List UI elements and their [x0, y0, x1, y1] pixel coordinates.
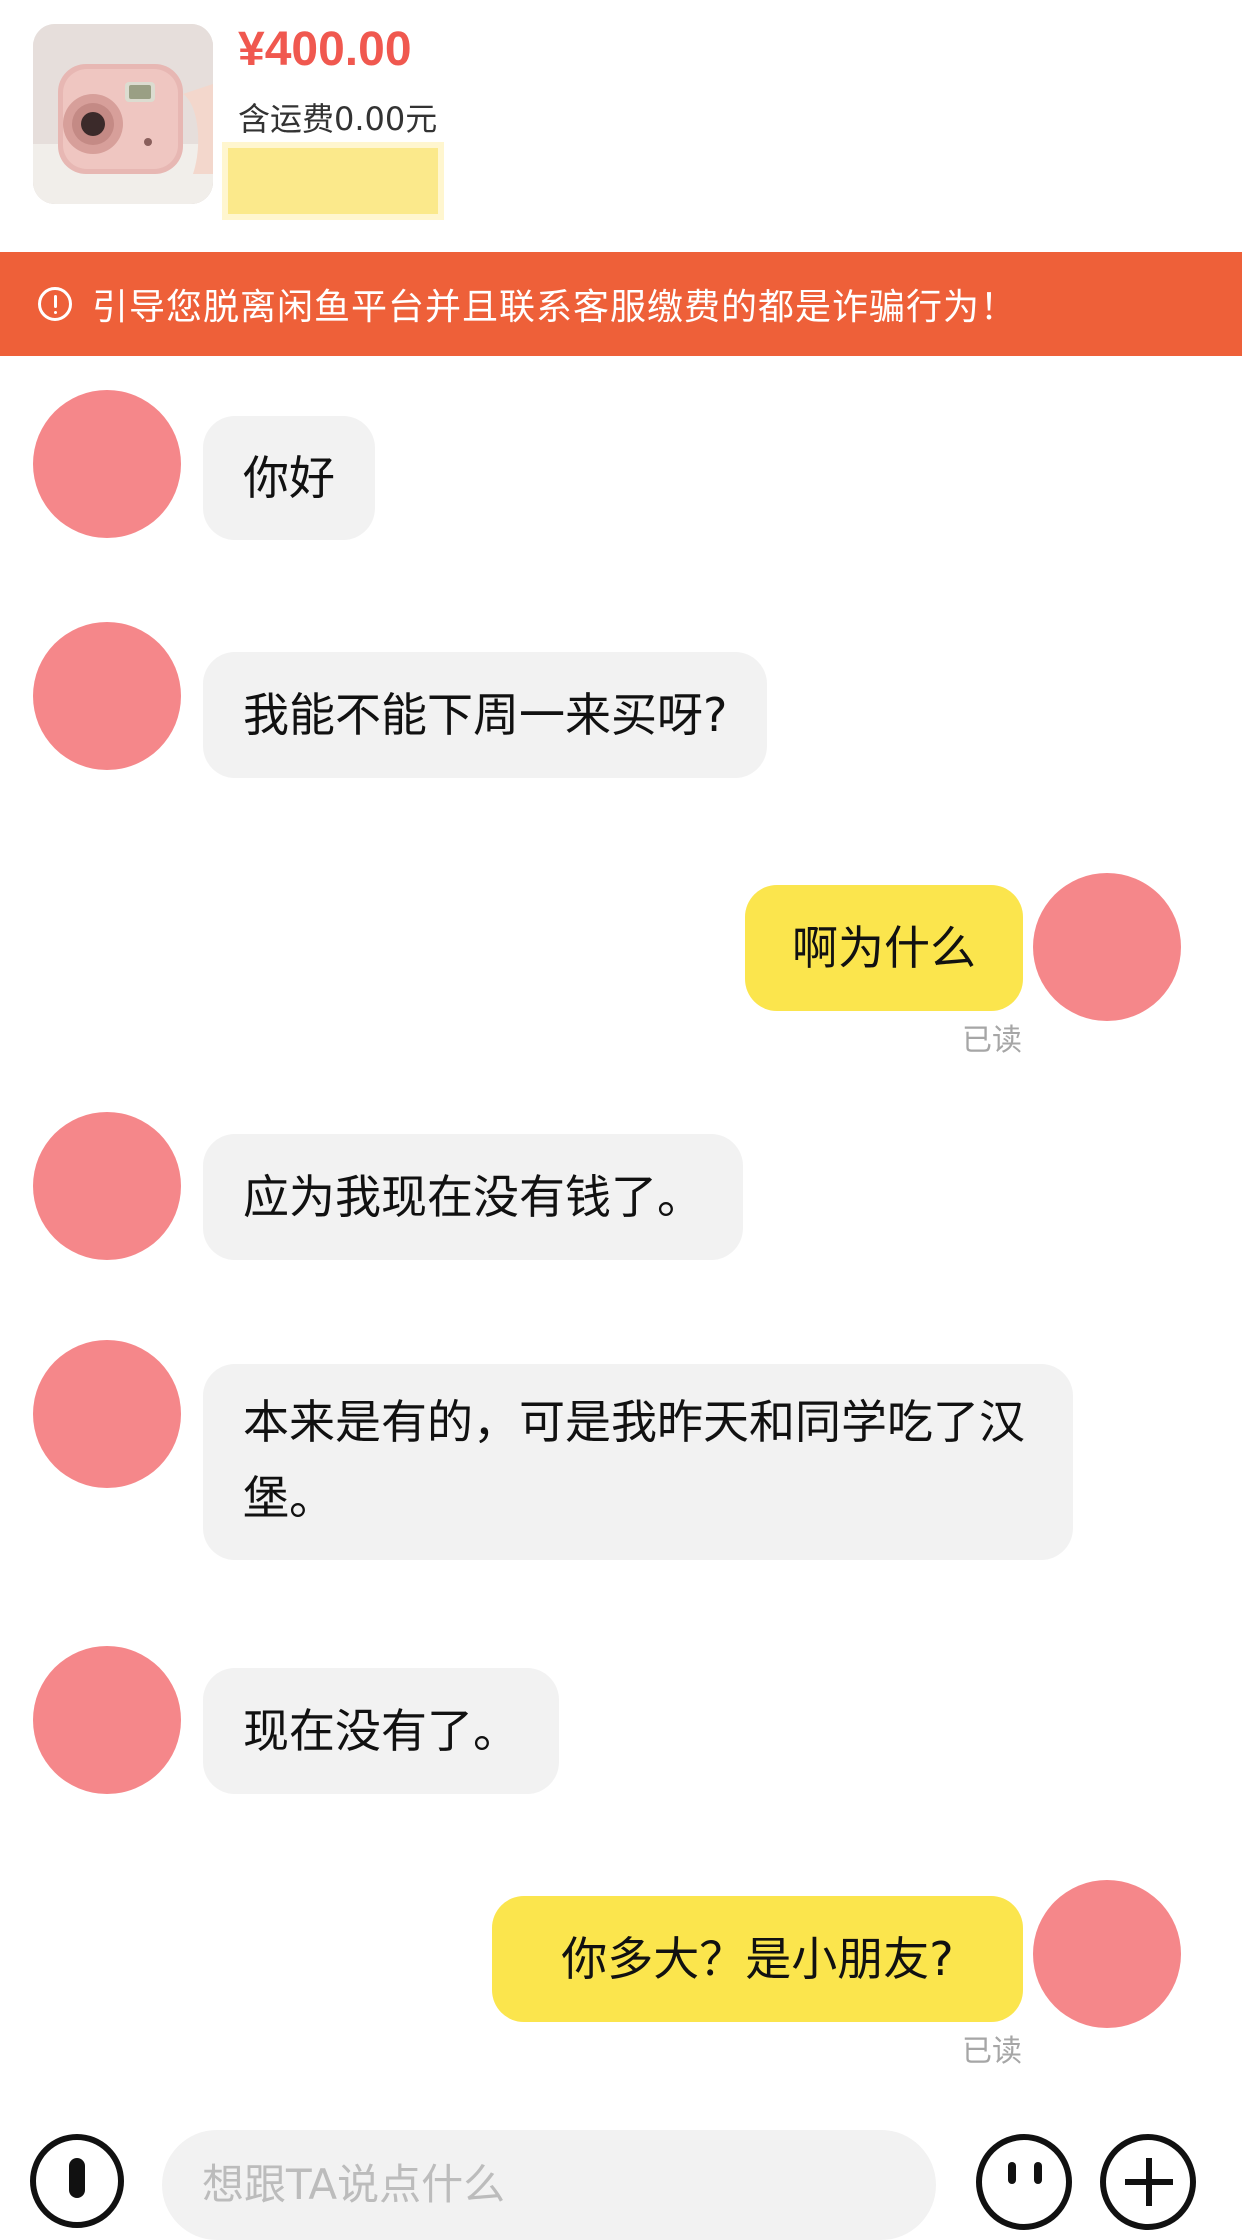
- avatar[interactable]: [33, 1340, 181, 1488]
- avatar[interactable]: [33, 622, 181, 770]
- product-thumbnail[interactable]: [33, 24, 213, 204]
- chat-message-incoming: 我能不能下周一来买呀?: [0, 622, 1242, 778]
- camera-photo: [33, 24, 213, 204]
- chat-message-incoming: 现在没有了。: [0, 1646, 1242, 1796]
- product-card[interactable]: ¥400.00 含运费0.00元: [0, 0, 1242, 250]
- chat-message-incoming: 你好: [0, 390, 1242, 540]
- avatar[interactable]: [33, 1646, 181, 1794]
- avatar[interactable]: [1033, 873, 1181, 1021]
- redacted-block: [222, 142, 444, 220]
- avatar[interactable]: [33, 390, 181, 538]
- message-bubble[interactable]: 本来是有的，可是我昨天和同学吃了汉堡。: [203, 1364, 1073, 1560]
- read-status: 已读: [962, 1023, 1022, 1058]
- message-input[interactable]: 想跟TA说点什么: [162, 2130, 936, 2240]
- emoji-icon[interactable]: [976, 2134, 1072, 2230]
- plus-icon[interactable]: [1100, 2134, 1196, 2230]
- warning-circle-icon: [38, 287, 72, 321]
- message-bubble[interactable]: 你好: [203, 416, 375, 540]
- message-bubble[interactable]: 我能不能下周一来买呀?: [203, 652, 768, 778]
- message-bubble[interactable]: 啊为什么: [745, 885, 1023, 1011]
- microphone-icon[interactable]: [30, 2134, 124, 2228]
- message-bubble[interactable]: 应为我现在没有钱了。: [203, 1134, 743, 1260]
- chat-message-incoming: 本来是有的，可是我昨天和同学吃了汉堡。: [0, 1340, 1242, 1560]
- fraud-warning-banner: 引导您脱离闲鱼平台并且联系客服缴费的都是诈骗行为！: [0, 252, 1242, 356]
- shipping-fee: 含运费0.00元: [238, 100, 438, 138]
- product-price: ¥400.00: [238, 23, 412, 76]
- avatar[interactable]: [33, 1112, 181, 1260]
- message-bubble[interactable]: 现在没有了。: [203, 1668, 559, 1794]
- avatar[interactable]: [1033, 1880, 1181, 2028]
- message-bubble[interactable]: 你多大？是小朋友?: [492, 1896, 1023, 2022]
- warning-text: 引导您脱离闲鱼平台并且联系客服缴费的都是诈骗行为！: [92, 287, 1018, 328]
- chat-message-outgoing: 啊为什么 已读: [0, 860, 1242, 1060]
- chat-message-incoming: 应为我现在没有钱了。: [0, 1112, 1242, 1262]
- chat-input-bar: 想跟TA说点什么: [0, 2112, 1242, 2240]
- chat-message-outgoing: 你多大？是小朋友? 已读: [0, 1880, 1242, 2080]
- read-status: 已读: [962, 2034, 1022, 2069]
